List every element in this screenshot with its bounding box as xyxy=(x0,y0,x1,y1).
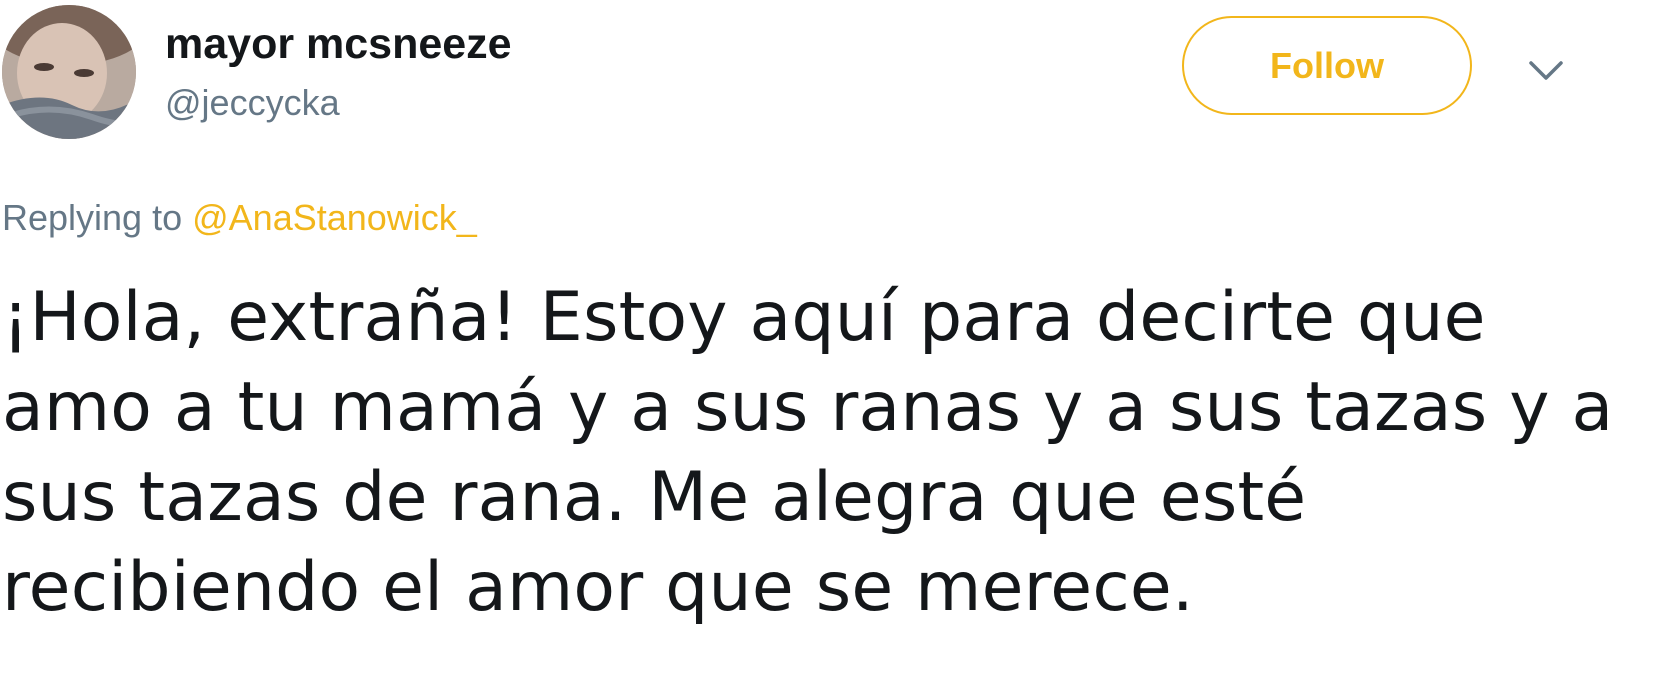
tweet-text-line: recibiendo el amor que se merece. xyxy=(2,548,1194,627)
user-handle[interactable]: @jeccycka xyxy=(165,80,340,126)
tweet-text: ¡Hola, extraña! Estoy aquí para decirte … xyxy=(2,273,1662,633)
tweet-text-line: sus tazas de rana. Me alegra que esté xyxy=(2,458,1307,537)
follow-button[interactable]: Follow xyxy=(1182,16,1472,115)
replying-to-label: Replying to xyxy=(2,197,183,238)
chevron-down-icon[interactable] xyxy=(1528,58,1564,84)
reply-mention-link[interactable]: @AnaStanowick_ xyxy=(192,197,477,238)
replying-to: Replying to @AnaStanowick_ xyxy=(2,194,477,242)
tweet-text-line: amo a tu mamá y a sus ranas y a sus taza… xyxy=(2,368,1614,447)
tweet-card: mayor mcsneeze @jeccycka Follow Replying… xyxy=(0,0,1679,676)
avatar[interactable] xyxy=(2,5,136,139)
tweet-text-line: ¡Hola, extraña! Estoy aquí para decirte … xyxy=(2,278,1486,357)
display-name[interactable]: mayor mcsneeze xyxy=(165,16,512,72)
avatar-photo xyxy=(2,5,136,139)
